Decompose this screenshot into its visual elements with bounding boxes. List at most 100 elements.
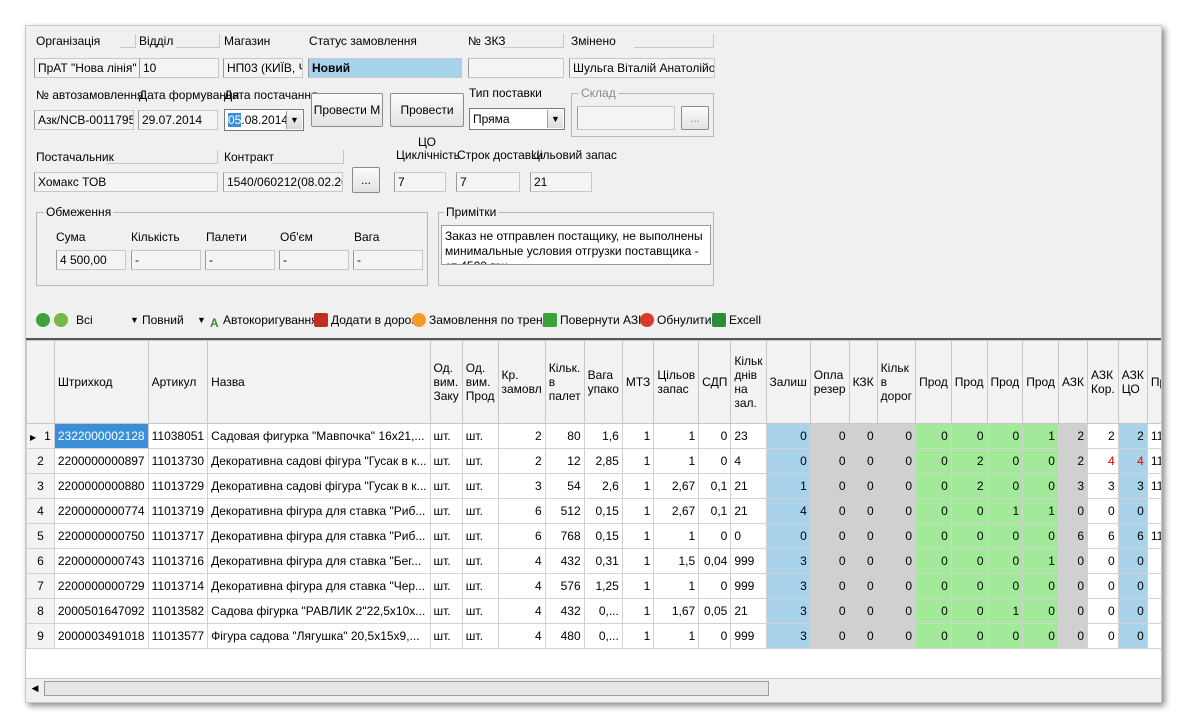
cell-azkk[interactable]: 0 [1087,548,1119,574]
table-row[interactable]: 6 2200000000743 11013716 Декоративна фігура… [26,548,1161,574]
cell-azkco[interactable]: 0 [1117,573,1148,599]
cell-name[interactable]: Декоративна фігура для ставка "Бег... [207,548,431,574]
cell-note[interactable] [1146,573,1161,599]
cell-azkco[interactable]: 4 [1117,448,1148,474]
cell-pal[interactable]: 12 [544,448,585,474]
cell-azk[interactable]: 2 [1057,448,1089,474]
dept-field[interactable]: 10 [139,58,219,78]
cell-p1[interactable]: 0 [915,623,952,649]
cell-azkk[interactable]: 2 [1087,423,1119,449]
cell-kr[interactable]: 2 [497,423,546,449]
cell-opl[interactable]: 0 [809,623,850,649]
cell-art[interactable]: 11013716 [147,548,209,574]
cell-azkk[interactable]: 0 [1087,498,1119,524]
column-header[interactable]: Назва [207,340,431,424]
cell-note[interactable]: 11013730 [1146,448,1161,474]
chevron-down-icon[interactable]: ▼ [197,315,206,325]
return-azk-button[interactable]: Повернути АЗК [543,313,645,327]
cell-mtz[interactable]: 1 [621,598,655,624]
cell-barcode[interactable]: 2000003491018 [53,623,149,649]
column-header[interactable]: Цільов запас [653,340,700,424]
cell-barcode[interactable]: 2200000000743 [53,548,149,574]
cell-p4[interactable]: 0 [1022,598,1059,624]
cell-pal[interactable]: 480 [544,623,585,649]
table-row[interactable]: 5 2200000000750 11013717 Декоративна фігура… [26,523,1161,549]
cell-p3[interactable]: 0 [986,623,1024,649]
cell-p2[interactable]: 0 [950,598,988,624]
cell-kzk[interactable]: 0 [848,448,878,474]
cell-wt[interactable]: 1,6 [583,423,623,449]
cell-p2[interactable]: 0 [950,498,988,524]
cell-opl[interactable]: 0 [809,498,850,524]
cell-pal[interactable]: 768 [544,523,585,549]
delivery-date-picker[interactable]: 05.08.2014 ▼ [224,109,304,131]
column-header[interactable]: Залиш [765,340,811,424]
cell-cz[interactable]: 1 [653,573,700,599]
cell-art[interactable]: 11013719 [147,498,209,524]
cell-days[interactable]: 999 [730,623,767,649]
column-header[interactable]: Кільк. в палет [544,340,585,424]
cell-p1[interactable]: 0 [915,523,952,549]
cell-cz[interactable]: 1 [653,423,700,449]
zkz-field[interactable] [468,58,564,78]
cell-p1[interactable]: 0 [915,598,952,624]
row-number[interactable]: 9 [26,623,55,649]
column-header[interactable]: АЗК [1057,340,1089,424]
cell-wt[interactable]: 0,15 [583,523,623,549]
table-row[interactable]: 7 2200000000729 11013714 Декоративна фігура… [26,573,1161,599]
cell-days[interactable]: 0 [730,523,767,549]
chevron-down-icon[interactable]: ▼ [130,315,139,325]
cell-azkco[interactable]: 0 [1117,548,1148,574]
cell-wt[interactable]: 0,31 [583,548,623,574]
cell-kzk[interactable]: 0 [848,548,878,574]
cell-p2[interactable]: 0 [950,423,988,449]
cell-azkk[interactable]: 3 [1087,473,1119,499]
cell-name[interactable]: Садовая фигурка "Мавпочка" 16х21,... [207,423,431,449]
cell-p2[interactable]: 2 [950,448,988,474]
cell-p3[interactable]: 0 [986,423,1024,449]
cell-u2[interactable]: шт. [461,423,499,449]
cell-wt[interactable]: 2,6 [583,473,623,499]
column-header[interactable]: Кр. замовл [497,340,546,424]
cell-kr[interactable]: 6 [497,523,546,549]
column-header[interactable]: Штрихкод [53,340,149,424]
cell-sdp[interactable]: 0 [698,623,732,649]
cell-zal[interactable]: 3 [765,548,811,574]
cell-opl[interactable]: 0 [809,423,850,449]
row-number[interactable]: 2 [26,448,55,474]
cell-barcode[interactable]: 2200000000880 [53,473,149,499]
filter-all-select[interactable]: Всі [76,313,93,327]
cell-u1[interactable]: шт. [429,473,463,499]
cell-note[interactable] [1146,623,1161,649]
cell-kr[interactable]: 6 [497,498,546,524]
cell-zal[interactable]: 0 [765,448,811,474]
cell-barcode[interactable]: 2200000000729 [53,573,149,599]
cell-days[interactable]: 23 [730,423,767,449]
cell-azkk[interactable]: 6 [1087,523,1119,549]
table-row[interactable]: 2 2200000000897 11013730 Декоративна садові… [26,448,1161,474]
cell-mtz[interactable]: 1 [621,473,655,499]
cell-azk[interactable]: 6 [1057,523,1089,549]
cell-azk[interactable]: 0 [1057,548,1089,574]
cell-p4[interactable]: 0 [1022,523,1059,549]
column-header[interactable]: Прод [915,340,952,424]
cell-mtz[interactable]: 1 [621,523,655,549]
cell-p2[interactable]: 0 [950,523,988,549]
cell-pal[interactable]: 512 [544,498,585,524]
cell-kr[interactable]: 2 [497,448,546,474]
cell-wt[interactable]: 2,85 [583,448,623,474]
cell-azkco[interactable]: 6 [1117,523,1148,549]
cell-zal[interactable]: 3 [765,573,811,599]
cell-pal[interactable]: 432 [544,598,585,624]
cell-kr[interactable]: 4 [497,573,546,599]
column-header[interactable]: Кільк в дорог [876,340,917,424]
cell-mtz[interactable]: 1 [621,548,655,574]
cell-p3[interactable]: 0 [986,548,1024,574]
cell-name[interactable]: Декоративна садові фігура "Гусак в к... [207,473,431,499]
warehouse-browse-button[interactable]: ... [681,106,709,130]
cell-kzk[interactable]: 0 [848,498,878,524]
column-header[interactable]: Опла резер [809,340,850,424]
cell-kzk[interactable]: 0 [848,598,878,624]
cell-u1[interactable]: шт. [429,523,463,549]
table-row[interactable]: 4 2200000000774 11013719 Декоративна фігура… [26,498,1161,524]
